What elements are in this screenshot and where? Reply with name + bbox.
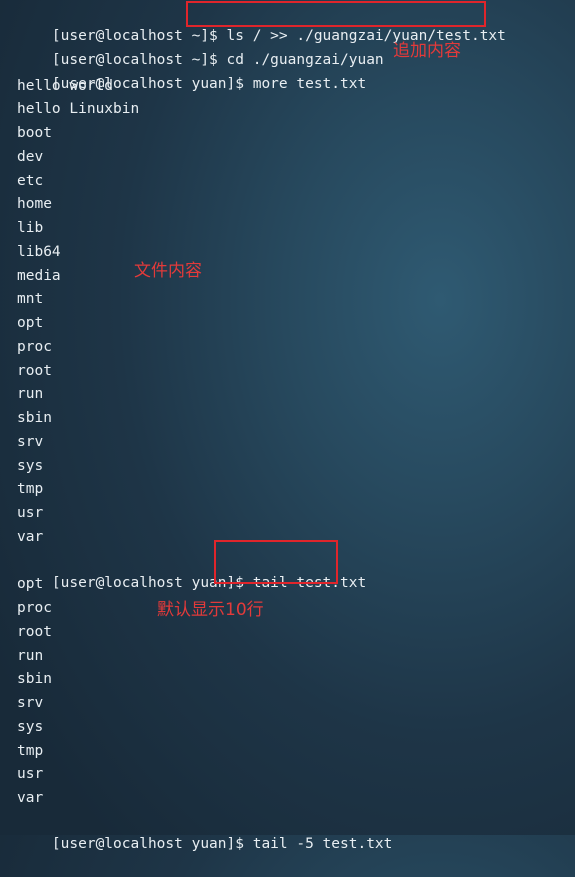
output-line: sbin [17, 671, 52, 687]
command-text: more test.txt [252, 76, 367, 92]
output-line: mnt [17, 291, 44, 307]
highlight-box-tail-command [214, 540, 338, 584]
output-line: dev [17, 149, 44, 165]
output-line: hello world [17, 78, 114, 94]
output-line: var [17, 529, 44, 545]
output-line: run [17, 648, 44, 664]
output-line: root [17, 363, 52, 379]
output-line: tmp [17, 743, 44, 759]
output-line: usr [17, 505, 44, 521]
terminal-window[interactable]: [user@localhost ~]$ ls / >> ./guangzai/y… [0, 0, 575, 852]
annotation-default-ten-lines: 默认显示10行 [157, 600, 264, 620]
terminal-command-line: [user@localhost yuan]$ more test.txt [17, 51, 366, 92]
terminal-command-line: [user@localhost ~]$ cd ./guangzai/yuan [17, 27, 384, 68]
output-line: opt [17, 576, 44, 592]
output-line: tmp [17, 481, 44, 497]
shell-prompt: [user@localhost yuan]$ [51, 836, 253, 852]
output-line: usr [17, 766, 44, 782]
output-line: sys [17, 719, 44, 735]
highlight-box-append-command [186, 1, 486, 27]
output-line: proc [17, 339, 52, 355]
output-line: proc [17, 600, 52, 616]
output-line: etc [17, 173, 44, 189]
annotation-file-content: 文件内容 [134, 261, 202, 281]
command-text: tail -5 test.txt [252, 836, 393, 852]
terminal-command-line: [user@localhost yuan]$ tail -5 test.txt [17, 811, 392, 852]
output-line: media [17, 268, 61, 284]
output-line: srv [17, 434, 44, 450]
output-line: lib [17, 220, 44, 236]
output-line: root [17, 624, 52, 640]
output-line: sbin [17, 410, 52, 426]
output-line: boot [17, 125, 52, 141]
output-line: run [17, 386, 44, 402]
annotation-append: 追加内容 [393, 41, 461, 61]
output-line: hello Linuxbin [17, 101, 140, 117]
output-line: sys [17, 458, 44, 474]
output-line: home [17, 196, 52, 212]
output-line: var [17, 790, 44, 806]
output-line: opt [17, 315, 44, 331]
output-line: lib64 [17, 244, 61, 260]
output-line: srv [17, 695, 44, 711]
